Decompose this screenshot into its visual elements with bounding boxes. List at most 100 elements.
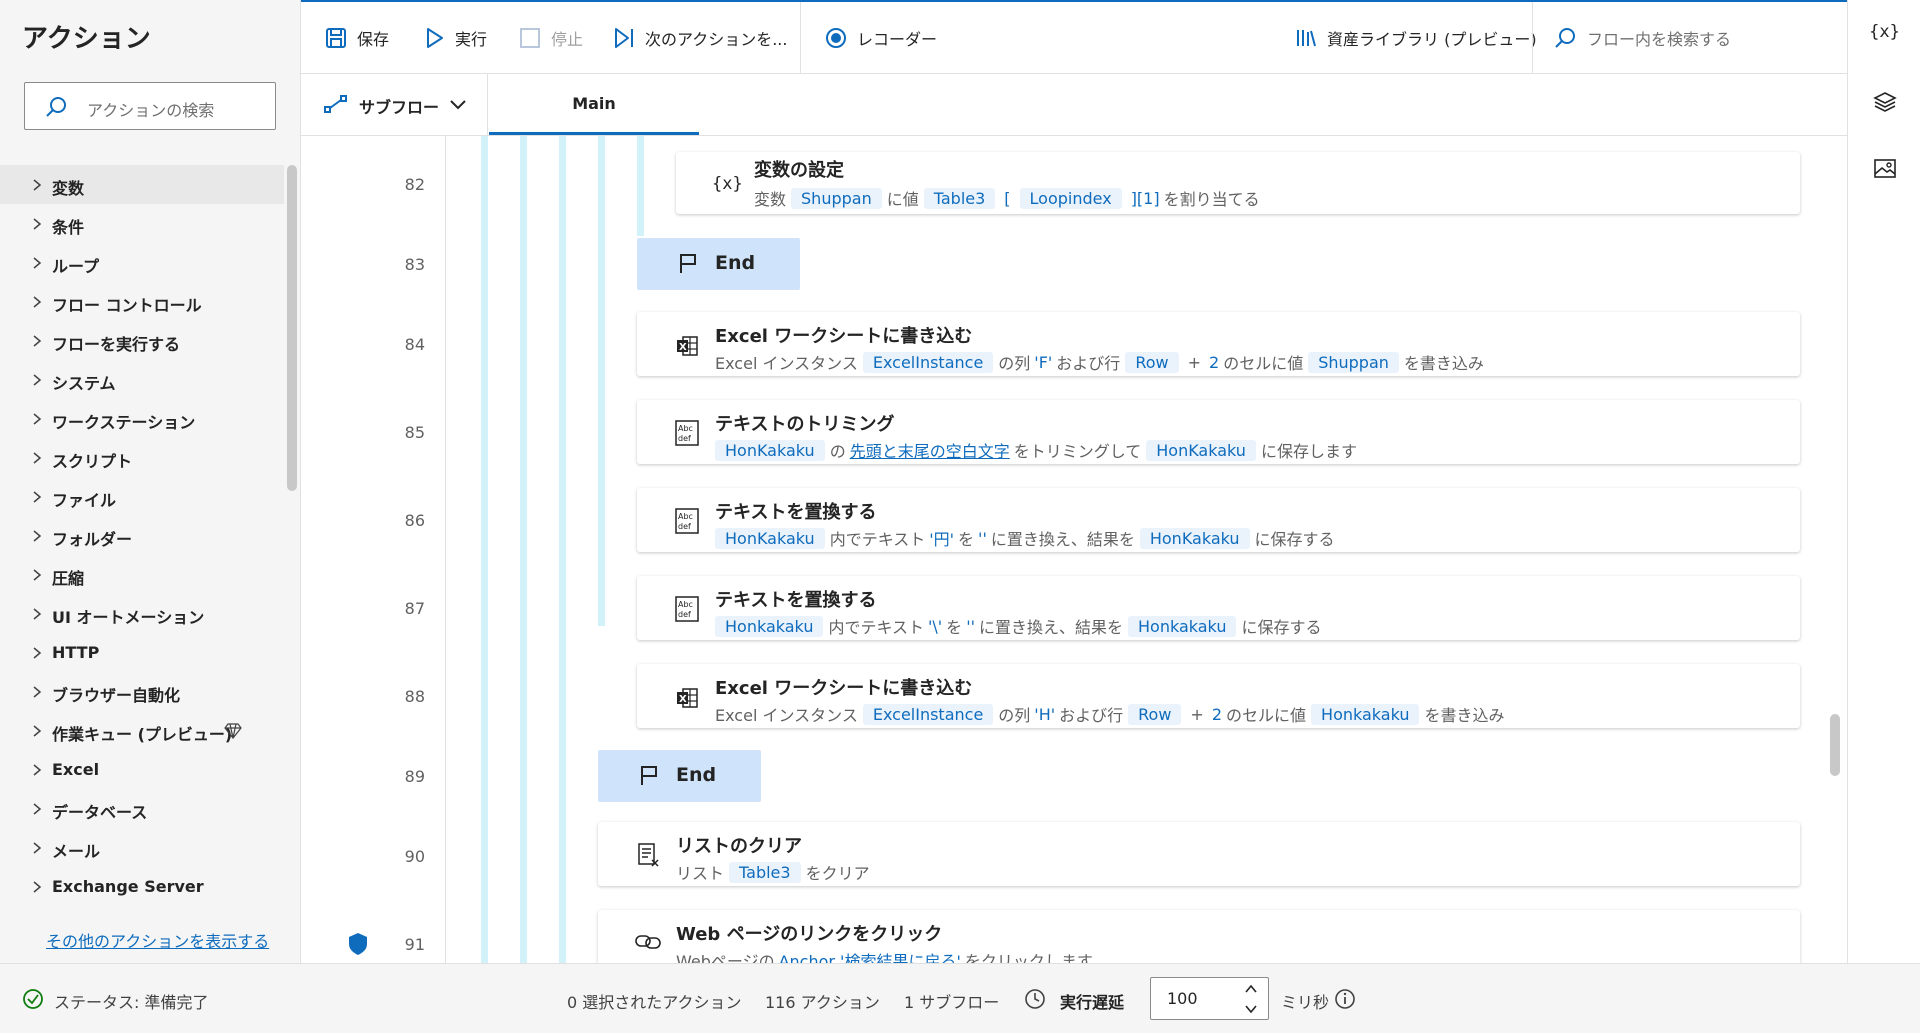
action-search-input[interactable]: アクションの検索 <box>24 82 276 130</box>
save-icon <box>325 27 347 49</box>
subflow-dropdown[interactable]: サブフロー <box>301 74 488 135</box>
recorder-button[interactable]: レコーダー <box>825 2 937 74</box>
variable-token: Row <box>1125 351 1179 373</box>
chevron-right-icon <box>30 684 44 698</box>
desc-text: をクリックします <box>964 952 1093 963</box>
action-category[interactable]: 条件 <box>0 204 284 243</box>
literal-text: 'H' <box>1034 704 1056 724</box>
step-icon <box>613 27 635 49</box>
action-description: リスト Table3 をクリア <box>676 860 870 884</box>
asset-library-label: 資産ライブラリ (プレビュー) <box>1327 30 1537 49</box>
desc-text: リスト <box>676 864 725 883</box>
action-end[interactable]: End <box>637 238 800 290</box>
library-icon <box>1295 27 1317 49</box>
chevron-right-icon <box>30 411 44 425</box>
literal-text: '円' <box>929 530 955 549</box>
run-button[interactable]: 実行 <box>425 2 487 74</box>
action-category[interactable]: フローを実行する <box>0 321 284 360</box>
actions-scrollbar[interactable] <box>287 165 297 491</box>
images-pane-button[interactable] <box>1848 158 1920 184</box>
chevron-right-icon <box>30 177 44 191</box>
svg-text:def: def <box>678 610 691 619</box>
action-category-label: フロー コントロール <box>52 296 202 315</box>
actions-pane-title: アクション <box>22 24 151 54</box>
action-title: Excel ワークシートに書き込む <box>715 326 973 347</box>
action-clear-list[interactable]: リストのクリア リスト Table3 をクリア <box>598 822 1800 886</box>
action-category[interactable]: ブラウザー自動化 <box>0 672 284 711</box>
action-end[interactable]: End <box>598 750 761 802</box>
link-icon <box>634 932 662 956</box>
action-set-variable[interactable]: {x} 変数の設定 変数 Shuppan に値 Table3 [ Loopind… <box>676 152 1800 214</box>
variable-token: ExcelInstance <box>862 703 994 725</box>
line-number: 83 <box>404 255 425 274</box>
desc-text: の列 <box>998 706 1031 725</box>
action-category[interactable]: システム <box>0 360 284 399</box>
action-category[interactable]: フロー コントロール <box>0 282 284 321</box>
chevron-right-icon <box>30 879 44 893</box>
asset-library-button[interactable]: 資産ライブラリ (プレビュー) <box>1295 2 1537 74</box>
variable-token: Row <box>1128 703 1182 725</box>
action-description: Excel インスタンス ExcelInstance の列 'H' および行 R… <box>715 702 1505 726</box>
literal-text: ][1] <box>1130 188 1160 208</box>
chevron-right-icon <box>30 216 44 230</box>
desc-text: の列 <box>998 354 1031 373</box>
action-category[interactable]: Exchange Server <box>0 867 284 906</box>
save-button[interactable]: 保存 <box>325 2 389 74</box>
desc-text: + <box>1187 352 1201 372</box>
action-category[interactable]: 圧縮 <box>0 555 284 594</box>
next-action-button[interactable]: 次のアクションを... <box>613 2 787 74</box>
action-title: End <box>676 764 717 786</box>
action-category[interactable]: 作業キュー (プレビュー) <box>0 711 284 750</box>
action-trim-text[interactable]: Abc def テキストのトリミング HonKakaku の 先頭と末尾の空白文字… <box>637 400 1800 464</box>
stop-label: 停止 <box>551 30 584 49</box>
action-category[interactable]: ファイル <box>0 477 284 516</box>
action-category[interactable]: メール <box>0 828 284 867</box>
action-category[interactable]: フォルダー <box>0 516 284 555</box>
literal-text: 'F' <box>1034 352 1053 372</box>
stop-button[interactable]: 停止 <box>519 2 583 74</box>
text-icon: Abc def <box>675 420 699 450</box>
tab-main[interactable]: Main <box>489 74 699 135</box>
desc-text: 内でテキスト <box>829 530 926 549</box>
action-excel-write[interactable]: X Excel ワークシートに書き込む Excel インスタンス ExcelIn… <box>637 312 1800 376</box>
action-replace-text[interactable]: Abc def テキストを置換する HonKakaku 内でテキスト '円' を … <box>637 488 1800 552</box>
spin-button-icon[interactable] <box>1244 982 1258 1020</box>
action-excel-write[interactable]: X Excel ワークシートに書き込む Excel インスタンス ExcelIn… <box>637 664 1800 728</box>
line-number: 89 <box>404 767 425 786</box>
action-category[interactable]: HTTP <box>0 633 284 672</box>
action-replace-text[interactable]: Abc def テキストを置換する Honkakaku 内でテキスト '\' を … <box>637 576 1800 640</box>
toolbar-divider <box>1532 2 1533 74</box>
info-icon[interactable] <box>1334 988 1356 1014</box>
text-icon: Abc def <box>675 508 699 538</box>
canvas-scrollbar[interactable] <box>1830 714 1840 776</box>
nesting-indicator <box>520 136 527 963</box>
action-title: 変数の設定 <box>754 160 844 181</box>
action-click-web-link[interactable]: Web ページのリンクをクリック Webページの Anchor '検索結果に戻る… <box>598 910 1800 963</box>
run-delay-input[interactable]: 100 <box>1150 977 1269 1020</box>
action-title: Excel ワークシートに書き込む <box>715 678 973 699</box>
action-category[interactable]: データベース <box>0 789 284 828</box>
image-icon <box>1873 158 1897 184</box>
variable-token: Shuppan <box>1308 351 1399 373</box>
action-category[interactable]: Excel <box>0 750 284 789</box>
action-category-label: 圧縮 <box>52 569 85 588</box>
chevron-right-icon <box>30 606 44 620</box>
ui-elements-pane-button[interactable] <box>1848 90 1920 118</box>
recorder-label: レコーダー <box>857 30 938 49</box>
action-category[interactable]: UI オートメーション <box>0 594 284 633</box>
variables-icon: {x} <box>1869 22 1900 42</box>
action-category-label: 作業キュー (プレビュー) <box>52 725 233 744</box>
variable-token: Honkakaku <box>1311 703 1420 725</box>
flow-search-input[interactable]: フロー内を検索する <box>1553 2 1731 74</box>
flow-designer-canvas[interactable]: 82 83 84 85 86 87 88 89 90 91 {x} 変数の設定 … <box>301 136 1847 963</box>
action-category[interactable]: ワークステーション <box>0 399 284 438</box>
variables-pane-button[interactable]: {x} <box>1848 22 1920 42</box>
action-category[interactable]: 変数 <box>0 165 284 204</box>
line-number-gutter: 82 83 84 85 86 87 88 89 90 91 <box>301 136 446 963</box>
action-category-label: HTTP <box>52 643 100 662</box>
action-category[interactable]: ループ <box>0 243 284 282</box>
action-title: テキストを置換する <box>715 502 877 523</box>
action-category-label: Exchange Server <box>52 877 204 896</box>
action-category[interactable]: スクリプト <box>0 438 284 477</box>
show-more-actions-link[interactable]: その他のアクションを表示する <box>46 928 269 952</box>
